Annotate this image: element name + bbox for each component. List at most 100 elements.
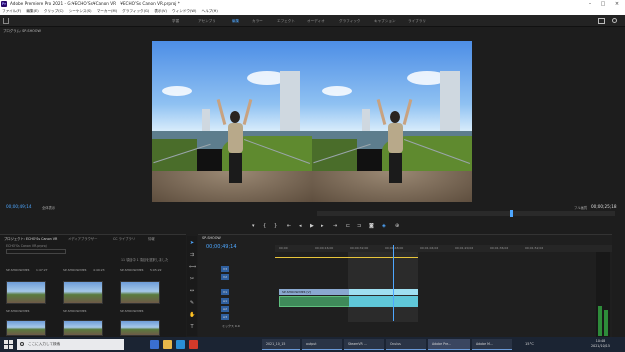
minimize-button[interactable]: – (585, 0, 595, 8)
pen-icon[interactable]: ✎ (189, 300, 195, 306)
work-area (348, 252, 418, 322)
taskbar-app-steamvr[interactable]: SteamVR ... (344, 339, 384, 350)
windows-start-icon[interactable] (4, 340, 13, 349)
in-point-icon[interactable]: { (263, 220, 266, 232)
tab-project[interactable]: プロジェクト: ECHO'Ss Canon VR (4, 236, 57, 241)
project-item-thumbnail[interactable] (120, 320, 160, 336)
program-timecode[interactable]: 00;00;49;14 (6, 204, 32, 209)
play-icon[interactable]: ▶ (310, 220, 314, 232)
workspace-assembly[interactable]: アセンブリ (198, 15, 216, 27)
menu-marker[interactable]: マーカー(M) (97, 9, 117, 13)
share-icon[interactable] (598, 18, 605, 24)
workspace-libraries[interactable]: ライブラリ (408, 15, 426, 27)
project-item-thumbnail[interactable] (120, 281, 160, 304)
clock-date: 2021/10/15 (591, 344, 611, 348)
master-track-label: ミックス 0.0 (222, 324, 240, 328)
hand-icon[interactable]: ✋ (189, 312, 195, 318)
out-point-icon[interactable]: } (274, 220, 277, 232)
playback-resolution-select[interactable]: フル画質 (574, 205, 587, 210)
workspace-captions[interactable]: キャプション (374, 15, 396, 27)
zoom-level-select[interactable]: 全体表示 (42, 205, 55, 210)
premiere-logo-icon: Pr (1, 1, 7, 7)
menu-window[interactable]: ウィンドウ(W) (172, 9, 196, 13)
taskbar-app-output[interactable]: output (302, 339, 342, 350)
task-view-icon[interactable] (150, 340, 159, 349)
workspace-color[interactable]: カラー (252, 15, 263, 27)
project-search-input[interactable] (6, 249, 66, 254)
workspace-editing[interactable]: 編集 (232, 15, 239, 27)
project-item-thumbnail[interactable] (6, 320, 46, 336)
step-forward-icon[interactable]: ▸ (321, 220, 324, 232)
program-video-frame[interactable] (152, 41, 472, 202)
sequence-tab[interactable]: SP-SHOOW (202, 236, 221, 240)
workspace-learn[interactable]: 学習 (172, 15, 179, 27)
track-a3-label[interactable]: A3 (221, 314, 229, 320)
menu-graphics[interactable]: グラフィック(G) (122, 9, 149, 13)
taskbar-app-folder[interactable]: 2021_10_15 (262, 339, 300, 350)
project-item-thumbnail[interactable] (63, 281, 103, 304)
taskbar-app-premiere[interactable]: Adobe Pre... (428, 339, 470, 350)
track-select-icon[interactable]: ⇉ (189, 252, 195, 258)
project-item-thumbnail[interactable] (63, 320, 103, 336)
marker-icon[interactable]: ▾ (252, 220, 255, 232)
export-frame-icon[interactable]: ◙ (369, 220, 374, 232)
menu-edit[interactable]: 編集(E) (26, 9, 38, 13)
vr-icon[interactable]: ◈ (382, 220, 386, 232)
search-icon[interactable] (612, 18, 617, 23)
razor-icon[interactable]: ✂ (189, 276, 195, 282)
home-icon[interactable] (3, 18, 9, 24)
selection-tool-icon[interactable]: ➤ (189, 240, 195, 246)
menu-view[interactable]: 表示(V) (154, 9, 166, 13)
settings-icon[interactable]: ⊕ (395, 220, 399, 232)
project-item-name: SP-SHOOW.MP4 (120, 268, 144, 272)
monitor-playhead[interactable] (510, 210, 513, 217)
workspace-audio[interactable]: オーディオ (307, 15, 325, 27)
taskbar-app-oculus[interactable]: Oculus (386, 339, 426, 350)
sequence-timecode[interactable]: 00;00;49;14 (206, 244, 237, 250)
track-v3-label[interactable]: V3 (221, 266, 229, 272)
taskbar-search-input[interactable]: ここに入力して検索 (17, 339, 124, 350)
menu-sequence[interactable]: シーケンス(S) (69, 9, 92, 13)
maximize-button[interactable]: □ (598, 0, 608, 8)
slip-icon[interactable]: ↔ (189, 288, 195, 294)
tab-cc-libraries[interactable]: CC ライブラリ (113, 236, 135, 241)
audio-meter-left-bar (598, 306, 602, 336)
system-clock[interactable]: 10:48 2021/10/15 (591, 339, 610, 349)
go-to-out-icon[interactable]: ⇥ (333, 220, 337, 232)
menu-clip[interactable]: クリップ(C) (44, 9, 64, 13)
video-clip-selected-range[interactable] (349, 289, 418, 295)
step-back-icon[interactable]: ◂ (299, 220, 302, 232)
close-button[interactable]: × (612, 0, 622, 8)
go-to-in-icon[interactable]: ⇤ (287, 220, 291, 232)
workspace-effects[interactable]: エフェクト (277, 15, 295, 27)
project-item-thumbnail[interactable] (6, 281, 46, 304)
menu-file[interactable]: ファイル(F) (2, 9, 21, 13)
workspace-graphics[interactable]: グラフィック (339, 15, 361, 27)
type-icon[interactable]: T (189, 324, 195, 330)
taskbar-app-media-encoder[interactable]: Adobe M... (472, 339, 512, 350)
window-title: Adobe Premiere Pro 2021 - G:¥ECHO’Ss¥Can… (10, 1, 180, 6)
lift-icon[interactable]: ⊏ (346, 220, 350, 232)
ripple-edit-icon[interactable]: ⟺ (189, 264, 196, 270)
menu-help[interactable]: ヘルプ(H) (202, 9, 218, 13)
program-monitor-tab[interactable]: プログラム: SP-SHOOW (3, 28, 41, 33)
timeline-playhead[interactable] (393, 245, 394, 321)
file-explorer-icon[interactable] (163, 340, 172, 349)
audio-meter-right-bar (604, 310, 608, 336)
edge-icon[interactable] (176, 340, 185, 349)
audio-clip-selected-range[interactable] (349, 296, 418, 307)
track-a2-label[interactable]: A2 (221, 306, 229, 312)
tab-media-browser[interactable]: メディアブラウザー (68, 236, 97, 241)
weather-temperature[interactable]: 15°C (525, 342, 534, 346)
track-a1-label[interactable]: A1 (221, 298, 229, 304)
ruler-tick: 00;01;20;02 (455, 246, 474, 250)
chrome-icon[interactable] (189, 340, 198, 349)
project-item-name: SP-SHOOW.MP4 (6, 309, 30, 313)
tab-info[interactable]: 情報 (148, 236, 155, 241)
track-v1-label[interactable]: V1 (221, 289, 229, 295)
monitor-time-ruler[interactable] (317, 211, 615, 216)
ruler-tick: 00;00 (279, 246, 288, 250)
track-v2-label[interactable]: V2 (221, 274, 229, 280)
window-title-bar: Adobe Premiere Pro 2021 - G:¥ECHO’Ss¥Can… (0, 0, 625, 8)
extract-icon[interactable]: ⊐ (357, 220, 361, 232)
